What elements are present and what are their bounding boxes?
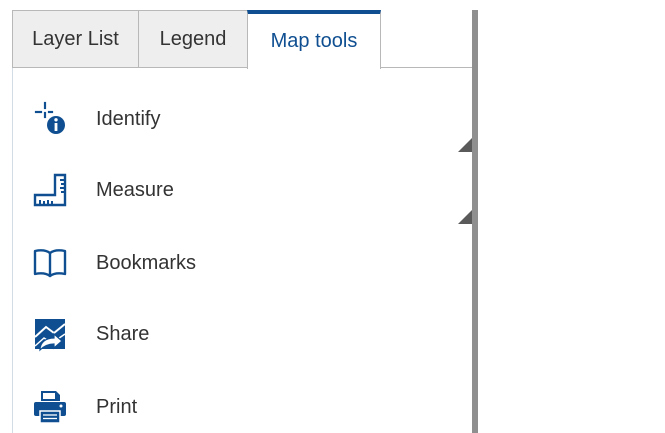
tab-layer-list-label: Layer List <box>32 27 119 50</box>
tool-measure-label: Measure <box>96 178 174 201</box>
share-map-icon <box>30 314 70 354</box>
tab-map-tools[interactable]: Map tools <box>247 10 381 69</box>
tab-legend[interactable]: Legend <box>138 10 248 68</box>
tool-share[interactable]: Share <box>30 310 450 358</box>
tab-strip-divider <box>380 67 473 68</box>
map-tools-panel: Layer List Legend Map tools Identify Mea… <box>0 0 473 433</box>
ruler-icon <box>30 170 70 210</box>
resize-corner-indicator <box>458 138 472 152</box>
tool-bookmarks-label: Bookmarks <box>96 251 197 274</box>
book-icon <box>30 243 70 283</box>
identify-icon <box>30 99 70 139</box>
resize-corner-indicator <box>458 210 472 224</box>
tool-measure[interactable]: Measure <box>30 166 450 214</box>
tool-identify-label: Identify <box>96 107 161 130</box>
panel-splitter[interactable] <box>472 10 478 433</box>
tool-print[interactable]: Print <box>30 383 450 431</box>
tab-layer-list[interactable]: Layer List <box>12 10 139 68</box>
panel-left-border <box>12 68 13 433</box>
tab-legend-label: Legend <box>159 27 227 50</box>
printer-icon <box>30 387 70 427</box>
tab-map-tools-label: Map tools <box>270 30 358 52</box>
tool-share-label: Share <box>96 322 150 345</box>
tool-print-label: Print <box>96 395 138 418</box>
tool-identify[interactable]: Identify <box>30 95 450 143</box>
tool-bookmarks[interactable]: Bookmarks <box>30 239 450 287</box>
